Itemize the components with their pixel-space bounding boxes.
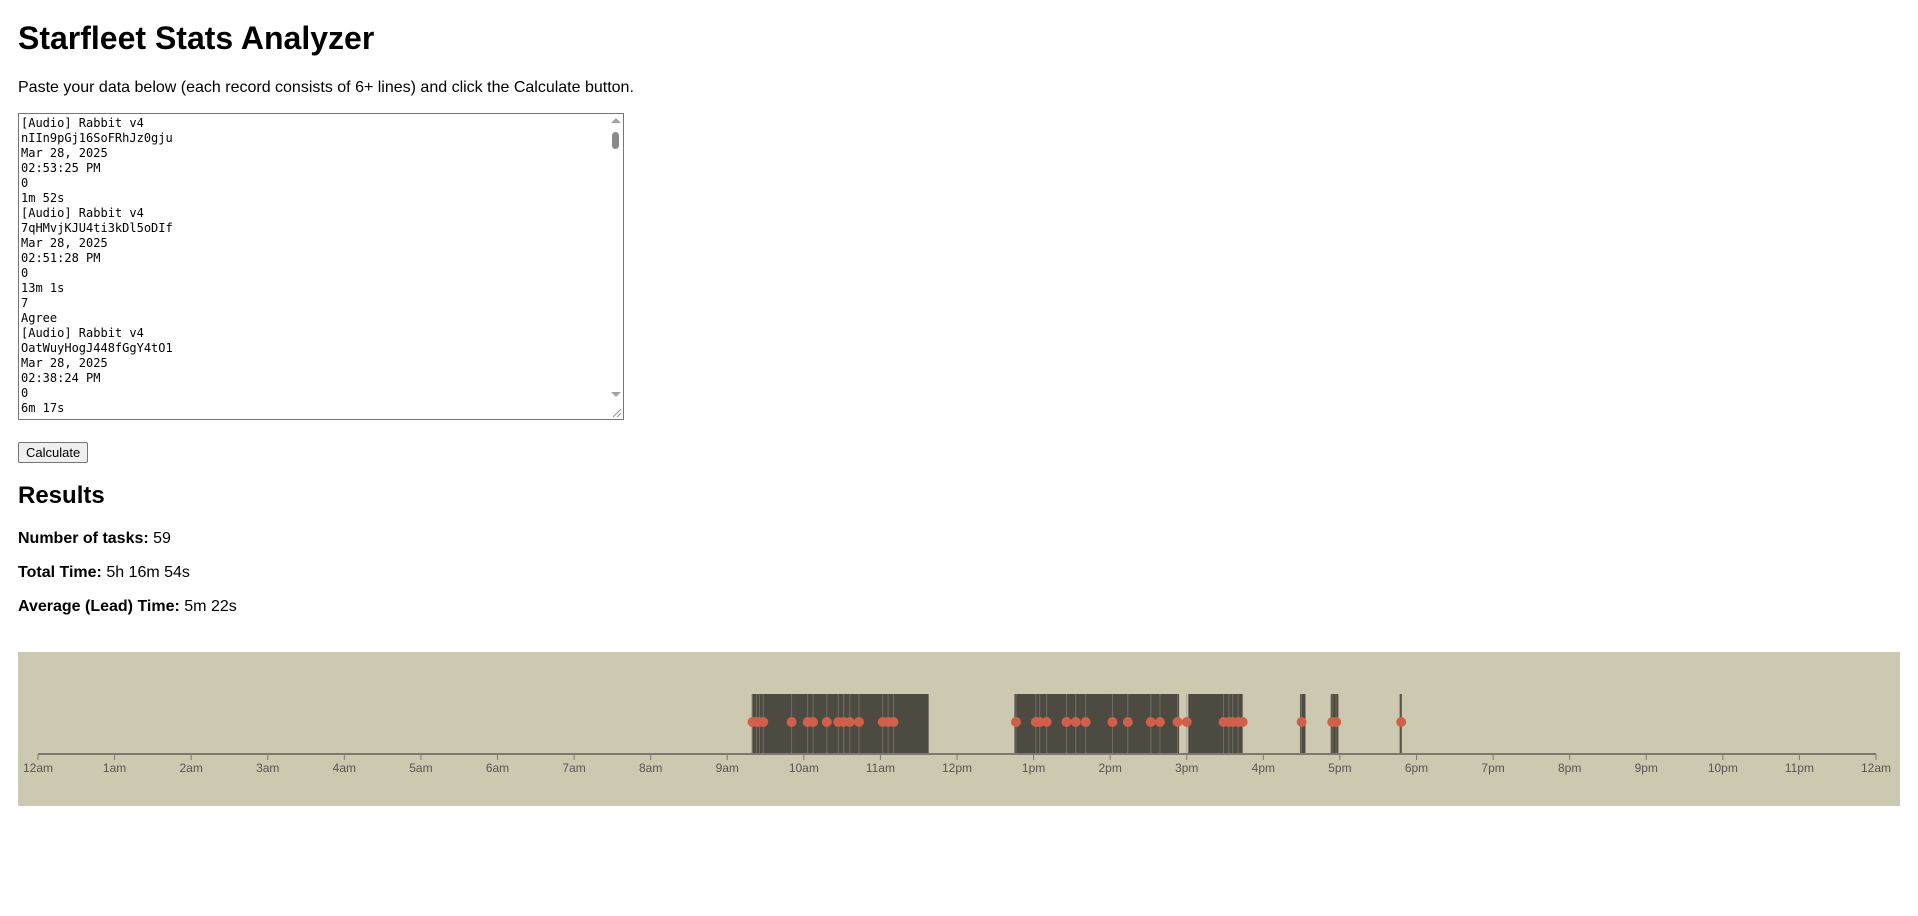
timeline-tick-label: 5pm (1328, 761, 1351, 775)
timeline-tick-label: 8pm (1558, 761, 1581, 775)
scroll-thumb[interactable] (612, 132, 619, 149)
timeline-tick-label: 7pm (1481, 761, 1504, 775)
timeline-tick-label: 12pm (942, 761, 972, 775)
timeline-task-marker (853, 717, 864, 727)
timeline-task-marker (1237, 717, 1248, 727)
timeline-task-marker (888, 717, 899, 727)
timeline-tick-label: 6am (486, 761, 509, 775)
timeline-svg: 12am 1am 2am 3am 4am 5am 6am 7am 8am 9am 10am 11am 1… (23, 694, 1891, 775)
stat-value: 5h 16m 54s (106, 564, 190, 581)
resize-grip-icon[interactable] (610, 406, 622, 418)
timeline-tick-label: 7am (562, 761, 585, 775)
timeline-tick-label: 11am (866, 761, 895, 775)
stat-value: 5m 22s (184, 598, 237, 615)
timeline-tick-label: 3pm (1175, 761, 1198, 775)
timeline-tick-label: 12am (23, 761, 53, 775)
timeline-task-marker (1172, 717, 1183, 727)
calculate-button[interactable]: Calculate (18, 442, 89, 463)
timeline-tick-label: 5am (409, 761, 432, 775)
timeline-tick-label: 9am (716, 761, 739, 775)
timeline-tick-label: 1am (103, 761, 126, 775)
instructions-text: Paste your data below (each record consi… (18, 79, 634, 96)
timeline-task-marker (1107, 717, 1118, 727)
timeline-tick-label: 1pm (1022, 761, 1045, 775)
timeline-task-marker (1154, 717, 1165, 727)
timeline-task-marker (1396, 717, 1407, 727)
page-title: Starfleet Stats Analyzer (18, 20, 375, 56)
timeline-task-marker (821, 717, 832, 727)
timeline-tick-label: 11pm (1785, 761, 1814, 775)
timeline-task-marker (1070, 717, 1081, 727)
timeline-task-marker (1122, 717, 1133, 727)
timeline-tick-label: 9pm (1635, 761, 1658, 775)
timeline-tick-label: 2pm (1098, 761, 1121, 775)
stat-label: Number of tasks: (18, 530, 149, 547)
timeline-task-marker (1296, 717, 1307, 727)
timeline-task-marker (1080, 717, 1091, 727)
timeline-task-marker (758, 717, 769, 727)
timeline-task-marker (1061, 717, 1072, 727)
timeline-tick-label: 8am (639, 761, 662, 775)
scroll-up-arrow-icon[interactable] (611, 118, 621, 123)
timeline-tick-label: 6pm (1405, 761, 1428, 775)
results-heading: Results (18, 482, 105, 509)
timeline-tick-label: 2am (179, 761, 202, 775)
stat-label: Average (Lead) Time: (18, 598, 180, 615)
data-textarea-value[interactable]: [Audio] Rabbit v4 nIIn9pGj16SoFRhJz0gju … (19, 114, 623, 416)
stat-number-of-tasks: Number of tasks: 59 (18, 530, 171, 548)
timeline-task-marker (786, 717, 797, 727)
timeline-task-marker (844, 717, 855, 727)
stat-total-time: Total Time: 5h 16m 54s (18, 564, 190, 582)
timeline-tick-label: 4pm (1252, 761, 1275, 775)
timeline-task-marker (808, 717, 819, 727)
timeline-task-marker (1331, 717, 1342, 727)
stat-average-time: Average (Lead) Time: 5m 22s (18, 598, 237, 616)
stat-value: 59 (153, 530, 171, 547)
data-textarea[interactable]: [Audio] Rabbit v4 nIIn9pGj16SoFRhJz0gju … (18, 113, 624, 420)
timeline-task-marker (1041, 717, 1052, 727)
timeline-tick-label: 10pm (1708, 761, 1738, 775)
stat-label: Total Time: (18, 564, 102, 581)
textarea-scrollbar[interactable] (608, 114, 623, 419)
timeline-task-marker (1181, 717, 1192, 727)
scroll-down-arrow-icon[interactable] (611, 392, 621, 397)
timeline-tick-label: 12am (1861, 761, 1891, 775)
timeline-task-marker (1145, 717, 1156, 727)
timeline-task-marker (1010, 717, 1021, 727)
timeline-tick-label: 4am (333, 761, 356, 775)
timeline-tick-label: 10am (789, 761, 819, 775)
timeline-tick-label: 3am (256, 761, 279, 775)
timeline-chart: 12am 1am 2am 3am 4am 5am 6am 7am 8am 9am 10am 11am 1… (18, 652, 1900, 806)
